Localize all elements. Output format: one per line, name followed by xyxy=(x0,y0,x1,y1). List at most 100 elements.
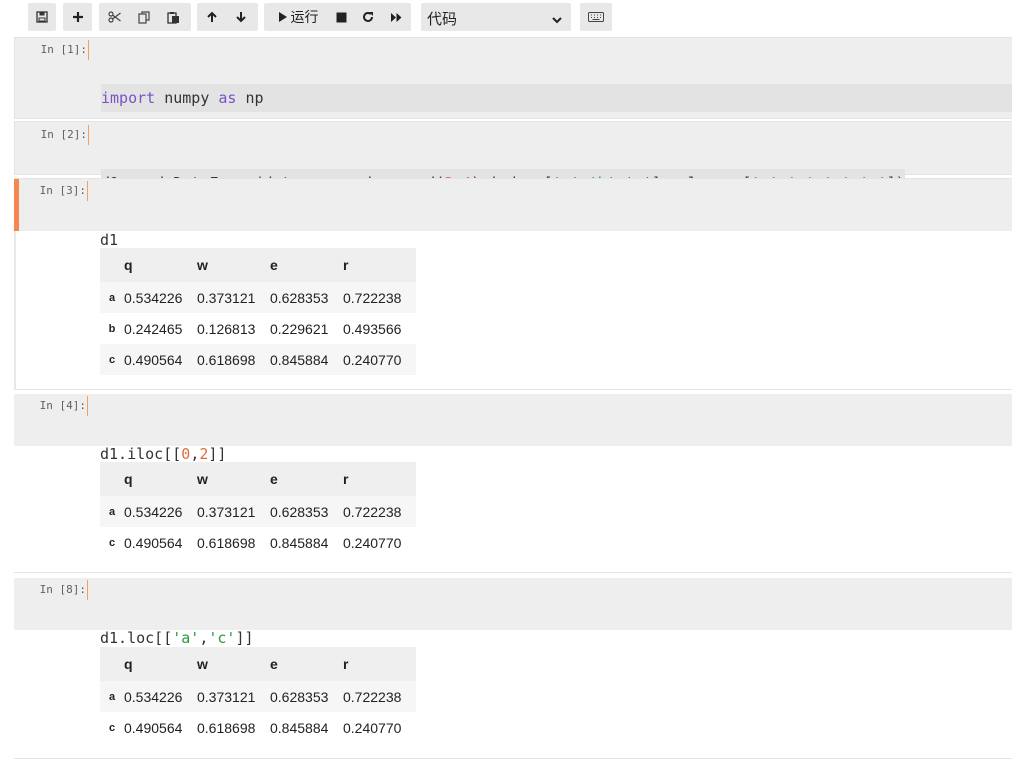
stop-icon[interactable] xyxy=(328,3,354,31)
clipboard-group xyxy=(99,3,191,31)
code-token: 0 xyxy=(181,445,191,463)
keyboard-shortcuts-button[interactable] xyxy=(580,3,612,31)
table-cell: 0.534226 xyxy=(124,282,197,313)
row-index: c xyxy=(100,712,124,743)
code-cell[interactable]: In [1]: import numpy as np import pandas… xyxy=(14,37,1012,176)
save-button[interactable] xyxy=(28,3,56,31)
code-token: 'a' xyxy=(172,629,200,647)
table-cell: 0.722238 xyxy=(343,681,416,712)
dataframe-output: q w e r a 0.534226 0.373121 0.628353 0.722238 b 0.… xyxy=(100,248,416,375)
code-token: d1.iloc[[ xyxy=(100,445,182,463)
cell-type-value: 代码 xyxy=(427,10,458,28)
table-cell: 0.242465 xyxy=(124,313,197,344)
code-cell[interactable]: In [4]: d1.iloc[[0,2]] q w e r a 0.534226 0.37… xyxy=(14,394,1012,573)
add-cell-button[interactable] xyxy=(63,3,92,31)
table-cell: 0.722238 xyxy=(343,282,416,313)
table-row: a 0.534226 0.373121 0.628353 0.722238 xyxy=(100,496,416,527)
table-cell: 0.373121 xyxy=(197,282,270,313)
table-cell: 0.628353 xyxy=(270,282,343,313)
table-cell: 0.490564 xyxy=(124,712,197,743)
code-cell-selected[interactable]: In [3]: d1 q w e r a 0.534226 0.373121 0.628353… xyxy=(14,178,1012,390)
dataframe-output: q w e r a 0.534226 0.373121 0.628353 0.722238 c 0.… xyxy=(100,462,416,558)
column-header: e xyxy=(270,248,343,282)
column-header: e xyxy=(270,462,343,496)
code-cell[interactable]: In [2]: d1 = pd.DataFrame(data=np.random… xyxy=(14,121,1012,197)
save-icon xyxy=(28,3,56,31)
run-icon xyxy=(278,11,288,23)
row-index: a xyxy=(100,496,124,527)
table-cell: 0.618698 xyxy=(197,712,270,743)
run-label: 运行 xyxy=(290,10,319,26)
table-cell: 0.490564 xyxy=(124,527,197,558)
input-prompt: In [8]: xyxy=(39,583,86,596)
table-cell: 0.845884 xyxy=(270,712,343,743)
row-index: a xyxy=(100,681,124,712)
copy-icon[interactable] xyxy=(130,3,158,31)
column-header: r xyxy=(343,248,416,282)
table-cell: 0.373121 xyxy=(197,496,270,527)
table-cell: 0.240770 xyxy=(343,527,416,558)
cell-input[interactable] xyxy=(14,179,1012,231)
table-cell: 0.628353 xyxy=(270,496,343,527)
column-header: q xyxy=(124,248,197,282)
cut-icon[interactable] xyxy=(101,3,129,31)
cell-type-select[interactable]: 代码 xyxy=(421,3,571,31)
table-cell: 0.126813 xyxy=(197,313,270,344)
code-cell[interactable]: In [8]: d1.loc[['a','c']] q w e r a 0.534226 0… xyxy=(14,578,1012,759)
table-cell: 0.373121 xyxy=(197,681,270,712)
prompt-marker xyxy=(88,125,89,145)
move-down-icon[interactable] xyxy=(227,3,255,31)
table-cell: 0.229621 xyxy=(270,313,343,344)
input-prompt: In [3]: xyxy=(39,184,86,197)
paste-icon[interactable] xyxy=(159,3,187,31)
prompt-marker xyxy=(87,396,88,416)
run-all-icon[interactable] xyxy=(382,3,410,31)
column-header: w xyxy=(197,248,270,282)
column-header: w xyxy=(197,462,270,496)
dataframe-output: q w e r a 0.534226 0.373121 0.628353 0.722238 c 0.… xyxy=(100,647,416,743)
row-index: a xyxy=(100,282,124,313)
column-header: e xyxy=(270,647,343,681)
code-token: 'c' xyxy=(208,629,236,647)
code-token: d1 xyxy=(100,231,119,249)
table-cell: 0.845884 xyxy=(270,344,343,375)
code-line: import numpy as np xyxy=(101,84,1012,112)
table-cell: 0.534226 xyxy=(124,496,197,527)
input-prompt: In [2]: xyxy=(40,128,87,141)
table-cell: 0.240770 xyxy=(343,344,416,375)
move-up-icon[interactable] xyxy=(198,3,226,31)
table-row: a 0.534226 0.373121 0.628353 0.722238 xyxy=(100,282,416,313)
move-group xyxy=(197,3,258,31)
input-prompt: In [1]: xyxy=(40,43,87,56)
table-cell: 0.534226 xyxy=(124,681,197,712)
chevron-down-icon xyxy=(551,11,563,29)
table-cell: 0.845884 xyxy=(270,527,343,558)
table-row: c 0.490564 0.618698 0.845884 0.240770 xyxy=(100,344,416,375)
code-token: d1.loc[[ xyxy=(100,629,173,647)
notebook-toolbar: 运行 代码 xyxy=(0,0,1012,36)
index-header xyxy=(100,248,124,282)
column-header: q xyxy=(124,647,197,681)
row-index: c xyxy=(100,344,124,375)
code-token: as xyxy=(218,89,237,107)
prompt-marker xyxy=(87,181,88,201)
add-cell-icon xyxy=(63,3,92,31)
table-cell: 0.493566 xyxy=(343,313,416,344)
run-group: 运行 xyxy=(264,3,411,31)
code-token: import xyxy=(101,89,156,107)
table-row: a 0.534226 0.373121 0.628353 0.722238 xyxy=(100,681,416,712)
row-index: c xyxy=(100,527,124,558)
index-header xyxy=(100,647,124,681)
table-row: b 0.242465 0.126813 0.229621 0.493566 xyxy=(100,313,416,344)
run-button[interactable]: 运行 xyxy=(268,3,328,31)
restart-icon[interactable] xyxy=(355,3,381,31)
table-cell: 0.618698 xyxy=(197,344,270,375)
keyboard-icon xyxy=(580,3,612,31)
column-header: q xyxy=(124,462,197,496)
row-index: b xyxy=(100,313,124,344)
table-cell: 0.618698 xyxy=(197,527,270,558)
column-header: r xyxy=(343,647,416,681)
prompt-marker xyxy=(88,40,89,60)
prompt-marker xyxy=(87,580,88,600)
table-cell: 0.722238 xyxy=(343,496,416,527)
